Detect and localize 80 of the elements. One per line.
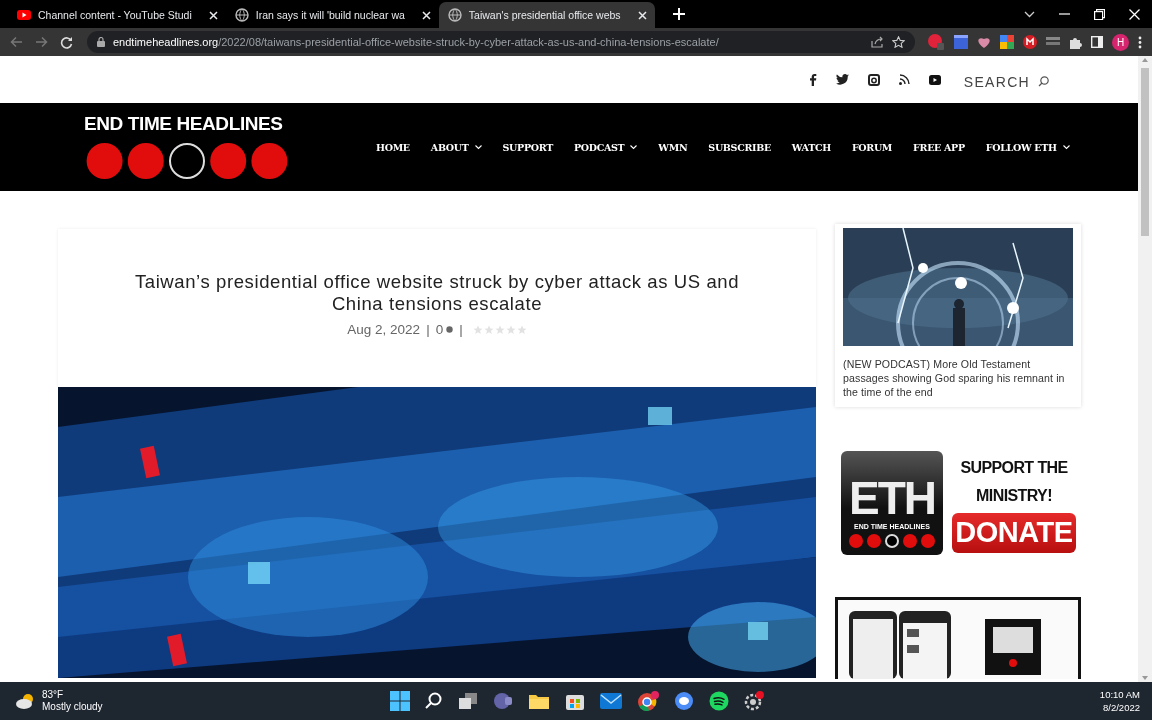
tab-title: Channel content - YouTube Studi: [38, 9, 192, 21]
nav-link[interactable]: HOME: [376, 141, 410, 153]
new-tab-icon[interactable]: [672, 8, 685, 20]
spotify-icon[interactable]: [709, 691, 729, 711]
globe-icon: [234, 8, 249, 22]
close-icon: [208, 10, 218, 20]
chrome-icon[interactable]: [637, 691, 659, 711]
nav-link[interactable]: FOLLOW ETH: [985, 141, 1070, 153]
star-icon[interactable]: [892, 36, 905, 48]
address-bar[interactable]: endtimeheadlines.org/2022/08/taiwans-presidential-office-website-struck-by-cyber-attack-as-us-and-china-tensions-escalate/: [87, 31, 915, 53]
chat-icon[interactable]: [493, 692, 513, 710]
site-logo-text[interactable]: END TIME HEADLINES: [84, 112, 290, 136]
back-icon[interactable]: [10, 36, 23, 48]
m-extension-icon[interactable]: [1023, 35, 1037, 49]
clock-time[interactable]: 10:10 AM: [1099, 688, 1140, 701]
nav-link[interactable]: FREE APP: [913, 141, 965, 153]
search-icon[interactable]: [425, 692, 443, 710]
podcast-title: (NEW PODCAST) More Old Testament passages showing God sparing his remnant in the time of the end: [843, 357, 1066, 399]
tab-title: Taiwan's presidential office webs: [468, 9, 621, 21]
url-text: endtimeheadlines.org/2022/08/taiwans-presidential-office-website-struck-by-cyber-attack-as-us-and-china-tensions-escalate/: [113, 36, 720, 48]
browser-tab[interactable]: Channel content - YouTube Studi: [8, 2, 226, 28]
lock-icon: [97, 37, 105, 47]
circle-extension-icon[interactable]: [927, 34, 945, 50]
facebook-icon[interactable]: [807, 73, 817, 86]
close-icon[interactable]: [1129, 8, 1140, 20]
folder-icon[interactable]: [528, 692, 550, 710]
nav-link[interactable]: FORUM: [851, 141, 893, 153]
browser-tab[interactable]: Taiwan's presidential office webs: [438, 2, 655, 28]
browser-tab[interactable]: Iran says it will 'build nuclear wa: [225, 2, 439, 28]
heart-extension-icon[interactable]: [977, 35, 991, 49]
podcast-card[interactable]: (NEW PODCAST) More Old Testament passages showing God sparing his remnant in the time of the end: [835, 224, 1081, 407]
puzzle-icon[interactable]: [1069, 35, 1082, 49]
rss-icon[interactable]: [898, 74, 910, 85]
side-panel-icon[interactable]: [1091, 36, 1103, 48]
clock-date[interactable]: 8/2/2022: [1103, 701, 1140, 714]
temperature: 83°F: [42, 689, 65, 701]
donate-heading: SUPPORT THE MINISTRY!: [959, 457, 1069, 506]
comment-icon: [446, 326, 454, 333]
lines-extension-icon[interactable]: [1046, 36, 1060, 48]
nav-link[interactable]: SUBSCRIBE: [708, 141, 771, 153]
nav-link[interactable]: PODCAST: [573, 141, 638, 153]
reload-icon[interactable]: [60, 35, 73, 49]
forward-icon[interactable]: [35, 36, 48, 48]
close-icon: [421, 10, 431, 20]
chat-bubble-icon[interactable]: [674, 691, 694, 711]
share-icon[interactable]: [871, 36, 884, 48]
tab-title: Iran says it will 'build nuclear wa: [255, 9, 405, 21]
menu-icon[interactable]: [1138, 35, 1142, 49]
chevron-down-icon[interactable]: [1024, 10, 1035, 18]
nav-link[interactable]: WMN: [658, 141, 688, 153]
start-icon[interactable]: [390, 691, 410, 711]
logo-text: ETH: [849, 475, 935, 521]
star-rating[interactable]: [472, 324, 527, 335]
weather-icon[interactable]: [16, 693, 36, 709]
search-icon: [1038, 76, 1049, 87]
instagram-icon[interactable]: [867, 73, 880, 86]
twitter-icon[interactable]: [835, 74, 849, 85]
youtube-icon[interactable]: [928, 74, 941, 85]
gear-icon[interactable]: [744, 691, 764, 711]
scrollbar-thumb[interactable]: [1141, 68, 1149, 236]
youtube-icon: [17, 8, 31, 22]
article-title: Taiwan’s presidential office website struck by cyber attack as US and China tensions escalate: [133, 271, 741, 315]
restore-icon[interactable]: [1094, 8, 1105, 20]
donate-button[interactable]: DONATE: [952, 512, 1076, 553]
meta-separator: |: [459, 322, 463, 337]
meta-separator: |: [426, 322, 430, 337]
weather-text: Mostly cloudy: [42, 701, 103, 713]
comment-count[interactable]: 0: [435, 322, 444, 337]
post-date: Aug 2, 2022: [347, 322, 421, 337]
close-icon: [637, 10, 647, 20]
profile-avatar[interactable]: H: [1112, 33, 1129, 51]
mail-icon[interactable]: [600, 693, 622, 709]
search-field[interactable]: SEARCH: [963, 73, 1068, 90]
task-view-icon[interactable]: [458, 692, 478, 710]
nav-link[interactable]: ABOUT: [430, 141, 482, 153]
nav-link[interactable]: WATCH: [791, 141, 831, 153]
nav-link[interactable]: SUPPORT: [502, 141, 553, 153]
search-label: SEARCH: [963, 73, 1030, 90]
scrollbar[interactable]: [1138, 56, 1152, 682]
globe-icon: [447, 8, 462, 22]
